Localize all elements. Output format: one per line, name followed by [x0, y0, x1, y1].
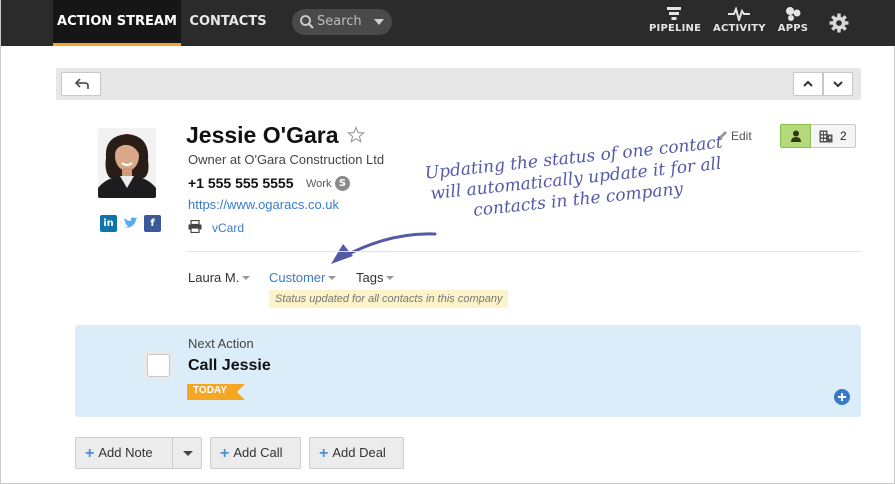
add-call-button[interactable]: + Add Call: [210, 437, 301, 469]
today-badge-label: TODAY: [193, 385, 227, 396]
gear-icon: [829, 13, 849, 33]
contact-job-title: Owner at O'Gara Construction Ltd: [188, 152, 385, 167]
activity-label: ACTIVITY: [713, 23, 766, 34]
add-deal-label: Add Deal: [332, 445, 386, 460]
plus-icon: +: [85, 445, 95, 462]
owner-dropdown[interactable]: Laura M.: [188, 270, 251, 285]
building-icon: [819, 130, 833, 143]
search-input[interactable]: Search: [292, 9, 392, 35]
back-button[interactable]: [61, 72, 101, 96]
annotation-callout: Updating the status of one contact will …: [423, 132, 724, 221]
favorite-star-icon[interactable]: [347, 126, 365, 144]
caret-down-icon: [183, 451, 193, 456]
company-contacts-toggle[interactable]: 2: [811, 124, 856, 148]
complete-action-checkbox[interactable]: [147, 354, 170, 377]
caret-down-icon: [328, 276, 337, 280]
chevron-up-icon: [803, 80, 813, 87]
tab-contacts[interactable]: CONTACTS: [182, 0, 274, 46]
apps-label: APPS: [777, 23, 809, 34]
skype-icon[interactable]: S: [335, 176, 350, 191]
next-record-button[interactable]: [823, 72, 853, 96]
activity-nav-button[interactable]: ACTIVITY: [713, 5, 766, 41]
facebook-icon[interactable]: f: [144, 215, 161, 232]
search-placeholder: Search: [317, 14, 362, 29]
record-toolbar: [56, 68, 861, 100]
pipeline-label: PIPELINE: [649, 23, 702, 34]
person-view-toggle[interactable]: [780, 124, 811, 148]
tags-dropdown[interactable]: Tags: [356, 270, 395, 285]
pipeline-icon: [667, 7, 681, 20]
status-update-notice: Status updated for all contacts in this …: [269, 290, 509, 308]
add-call-label: Add Call: [233, 445, 283, 460]
vcard-link[interactable]: vCard: [212, 221, 244, 235]
person-icon: [791, 130, 801, 142]
apps-nav-button[interactable]: APPS: [776, 5, 810, 41]
settings-button[interactable]: [827, 11, 851, 47]
phone-type-label: Work: [306, 178, 332, 190]
search-dropdown-caret-icon[interactable]: [374, 19, 384, 25]
next-action-panel: Next Action Call Jessie TODAY: [75, 325, 861, 417]
plus-icon: +: [319, 445, 329, 462]
avatar: [98, 128, 156, 198]
contact-phone[interactable]: +1 555 555 5555: [188, 175, 294, 191]
twitter-icon[interactable]: [122, 215, 139, 232]
caret-down-icon: [242, 276, 251, 280]
owner-value: Laura M.: [188, 270, 240, 285]
pipeline-nav-button[interactable]: PIPELINE: [649, 5, 702, 41]
back-arrow-icon: [75, 78, 89, 89]
company-contacts-count: 2: [840, 129, 847, 143]
next-action-label: Next Action: [188, 336, 254, 351]
add-note-button[interactable]: + Add Note: [75, 437, 173, 469]
add-action-icon[interactable]: [834, 389, 850, 405]
plus-icon: +: [220, 445, 230, 462]
today-badge: TODAY: [187, 384, 247, 400]
next-action-title[interactable]: Call Jessie: [188, 357, 271, 375]
chevron-down-icon: [833, 81, 843, 88]
caret-down-icon: [386, 276, 395, 280]
add-note-label: Add Note: [98, 445, 153, 460]
contact-website-link[interactable]: https://www.ogaracs.co.uk: [188, 197, 339, 212]
top-navigation-bar: ACTION STREAM CONTACTS Search PIPELINE A…: [1, 0, 895, 46]
search-icon: [300, 15, 314, 29]
contact-name: Jessie O'Gara: [186, 122, 339, 148]
annotation-arrow-icon: [331, 232, 437, 264]
tags-value: Tags: [356, 270, 384, 285]
activity-icon: [728, 7, 750, 21]
status-dropdown[interactable]: Customer: [269, 270, 337, 285]
status-value: Customer: [269, 270, 326, 285]
previous-record-button[interactable]: [793, 72, 823, 96]
add-deal-button[interactable]: + Add Deal: [309, 437, 404, 469]
apps-icon: [786, 7, 801, 21]
section-divider: [187, 251, 861, 252]
add-note-dropdown-button[interactable]: [172, 437, 202, 469]
linkedin-icon[interactable]: in: [100, 215, 117, 232]
tab-action-stream[interactable]: ACTION STREAM: [53, 0, 181, 46]
print-icon[interactable]: [188, 220, 202, 233]
